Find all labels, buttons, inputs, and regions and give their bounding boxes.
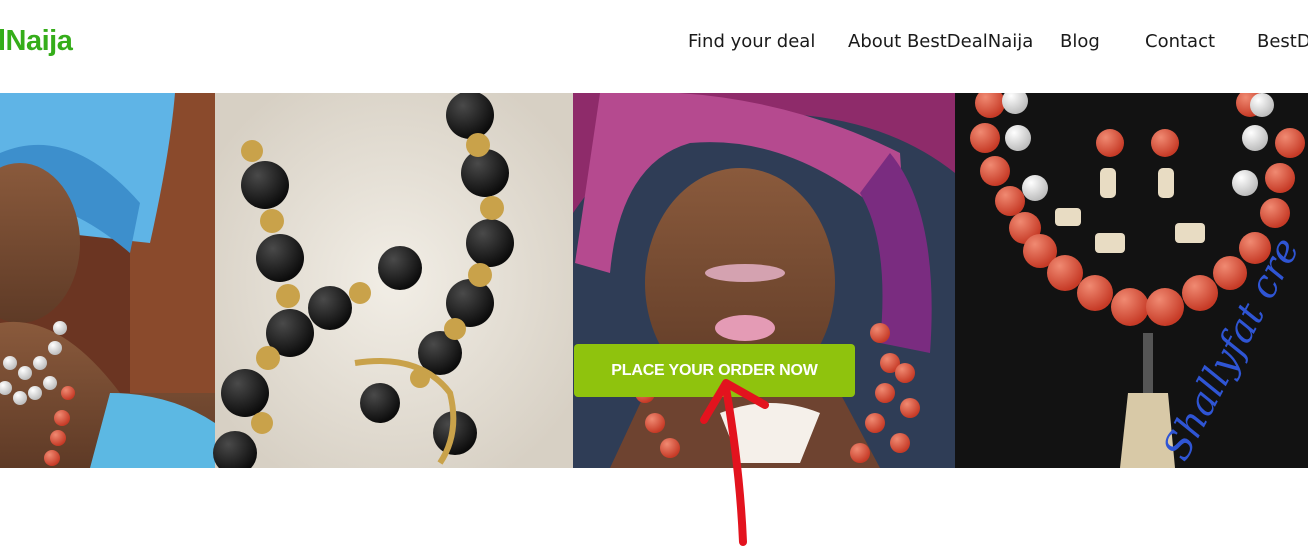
site-logo[interactable]: lNaija (0, 24, 73, 58)
nav-item-bestdeal[interactable]: BestDe (1257, 31, 1308, 52)
site-header: lNaija Find your deal About BestDealNaij… (0, 0, 1308, 93)
nav-item-contact[interactable]: Contact (1145, 31, 1215, 52)
hero-collage: Shallyfat cre (0, 93, 1308, 468)
hero-photo-panel-4: Shallyfat cre (955, 93, 1308, 468)
place-order-button[interactable]: PLACE YOUR ORDER NOW (574, 344, 855, 397)
nav-item-blog[interactable]: Blog (1060, 31, 1100, 52)
hero-banner: Shallyfat cre (0, 93, 1308, 468)
hero-photo-panel-2 (213, 93, 573, 468)
hero-photo-panel-1 (0, 93, 215, 468)
hero-photo-panel-3 (573, 93, 955, 468)
nav-item-about[interactable]: About BestDealNaija (848, 31, 1033, 52)
nav-item-find-your-deal[interactable]: Find your deal (688, 31, 815, 52)
